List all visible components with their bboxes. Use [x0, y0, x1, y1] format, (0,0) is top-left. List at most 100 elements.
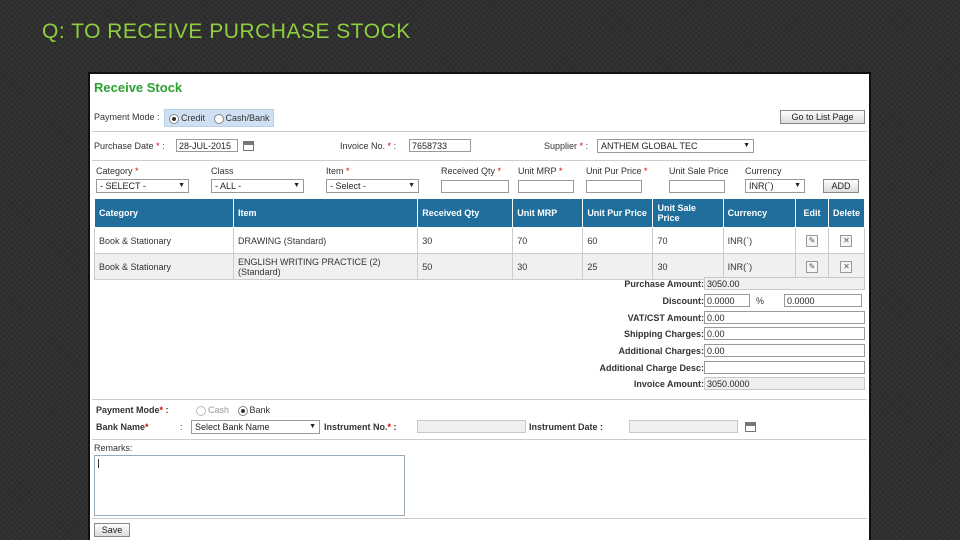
add-button[interactable]: ADD [823, 179, 859, 193]
cell-qty: 30 [417, 227, 514, 254]
unit-pur-price-label: Unit Pur Price * [586, 166, 648, 176]
class-select[interactable]: - ALL - ▼ [211, 179, 304, 193]
vat-cst-field[interactable]: 0.00 [704, 311, 865, 324]
table-header-row: Category Item Received Qty Unit MRP Unit… [93, 198, 866, 228]
bank-radio[interactable] [237, 405, 248, 416]
category-select[interactable]: - SELECT - ▼ [96, 179, 189, 193]
supplier-select[interactable]: ANTHEM GLOBAL TEC ▼ [597, 139, 754, 153]
unit-pur-price-text: Unit Pur Price [586, 166, 642, 176]
remarks-label: Remarks: [94, 443, 133, 453]
category-value: - SELECT - [100, 181, 146, 191]
unit-mrp-field[interactable] [518, 180, 574, 193]
invoice-no-label: Invoice No. * : [340, 141, 396, 151]
colon: : [393, 422, 397, 432]
payment-mode-radios: Cash Bank [196, 405, 270, 416]
invoice-amount-field: 3050.0000 [704, 377, 865, 390]
col-header-unit-mrp: Unit MRP [512, 198, 584, 228]
cell-currency: INR(`) [722, 253, 797, 280]
bank-name-text: Bank Name [96, 422, 146, 432]
calendar-icon[interactable] [243, 141, 254, 151]
items-table: Category Item Received Qty Unit MRP Unit… [93, 198, 866, 280]
cell-sale: 30 [652, 253, 724, 280]
required-mark: * [387, 141, 392, 151]
discount-field[interactable]: 0.0000 [704, 294, 750, 307]
category-text: Category [96, 166, 133, 176]
received-qty-label: Received Qty * [441, 166, 501, 176]
item-select[interactable]: - Select - ▼ [326, 179, 419, 193]
cash-label: Cash [208, 405, 230, 415]
table-row: Book & Stationary DRAWING (Standard) 30 … [93, 227, 866, 254]
credit-radio[interactable] [169, 113, 179, 124]
cashbank-radio[interactable] [213, 113, 224, 124]
page-title: Receive Stock [94, 80, 183, 95]
required-mark: * [135, 166, 139, 176]
go-to-list-button[interactable]: Go to List Page [780, 110, 865, 124]
bank-name-value: Select Bank Name [195, 422, 270, 432]
purchase-amount-label: Purchase Amount: [624, 279, 704, 289]
chevron-down-icon: ▼ [794, 182, 801, 189]
divider [92, 131, 867, 132]
cell-currency: INR(`) [722, 227, 797, 254]
divider [92, 160, 867, 161]
remarks-textarea[interactable] [94, 455, 405, 516]
required-mark: * [346, 166, 350, 176]
required-mark: * [159, 405, 164, 415]
payment-mode-bottom-label: Payment Mode* : [96, 405, 169, 415]
required-mark: * [497, 166, 502, 176]
instrument-date-field [629, 420, 738, 433]
purchase-date-field[interactable]: 28-JUL-2015 [176, 139, 238, 152]
colon: : [162, 141, 165, 151]
supplier-label: Supplier * : [544, 141, 588, 151]
additional-charges-label: Additional Charges: [618, 346, 704, 356]
purchase-amount-field: 3050.00 [704, 277, 865, 290]
shipping-charges-label: Shipping Charges: [623, 329, 704, 339]
calendar-icon[interactable] [745, 422, 756, 432]
unit-pur-price-field[interactable] [586, 180, 642, 193]
shipping-charges-field[interactable]: 0.00 [704, 327, 865, 340]
supplier-value: ANTHEM GLOBAL TEC [601, 141, 698, 151]
purchase-date-text: Purchase Date [94, 141, 154, 151]
cell-delete: ✕ [827, 227, 866, 254]
edit-icon[interactable]: ✎ [806, 234, 819, 247]
delete-icon[interactable]: ✕ [840, 260, 853, 273]
payment-mode-label: Payment Mode : [94, 112, 160, 122]
delete-icon[interactable]: ✕ [840, 234, 853, 247]
purchase-date-label: Purchase Date * : [94, 141, 165, 151]
additional-charges-field[interactable]: 0.00 [704, 344, 865, 357]
col-header-delete: Delete [827, 198, 866, 228]
cell-sale: 70 [652, 227, 724, 254]
chevron-down-icon: ▼ [309, 423, 316, 430]
bank-name-select[interactable]: Select Bank Name ▼ [191, 420, 320, 434]
col-header-edit: Edit [795, 198, 829, 228]
instrument-date-text: Instrument Date [529, 422, 598, 432]
instrument-no-field [417, 420, 526, 433]
unit-sale-price-label: Unit Sale Price [669, 166, 729, 176]
percent-symbol: % [756, 296, 765, 306]
currency-select[interactable]: INR(`) ▼ [745, 179, 805, 193]
received-qty-text: Received Qty [441, 166, 496, 176]
save-button[interactable]: Save [94, 523, 130, 537]
cell-item: DRAWING (Standard) [233, 227, 419, 254]
supplier-text: Supplier [544, 141, 578, 151]
bank-label: Bank [249, 405, 271, 415]
col-header-received-qty: Received Qty [417, 198, 514, 228]
received-qty-field[interactable] [441, 180, 509, 193]
cell-category: Book & Stationary [93, 253, 235, 280]
cell-category: Book & Stationary [93, 227, 235, 254]
required-mark: * [579, 141, 584, 151]
vat-cst-label: VAT/CST Amount: [627, 313, 704, 323]
unit-sale-price-field[interactable] [669, 180, 725, 193]
cash-radio[interactable] [196, 405, 206, 416]
currency-label: Currency [745, 166, 782, 176]
additional-charge-desc-field[interactable] [704, 361, 865, 374]
chevron-down-icon: ▼ [743, 142, 750, 149]
payment-mode-group: Credit Cash/Bank [164, 109, 274, 127]
cell-item: ENGLISH WRITING PRACTICE (2) (Standard) [233, 253, 419, 280]
edit-icon[interactable]: ✎ [806, 260, 819, 273]
required-mark: * [145, 422, 149, 432]
discount-percent-field[interactable]: 0.0000 [784, 294, 862, 307]
item-label: Item * [326, 166, 350, 176]
invoice-no-field[interactable]: 7658733 [409, 139, 471, 152]
slide-title: Q: TO RECEIVE PURCHASE STOCK [42, 20, 411, 43]
unit-mrp-text: Unit MRP [518, 166, 557, 176]
